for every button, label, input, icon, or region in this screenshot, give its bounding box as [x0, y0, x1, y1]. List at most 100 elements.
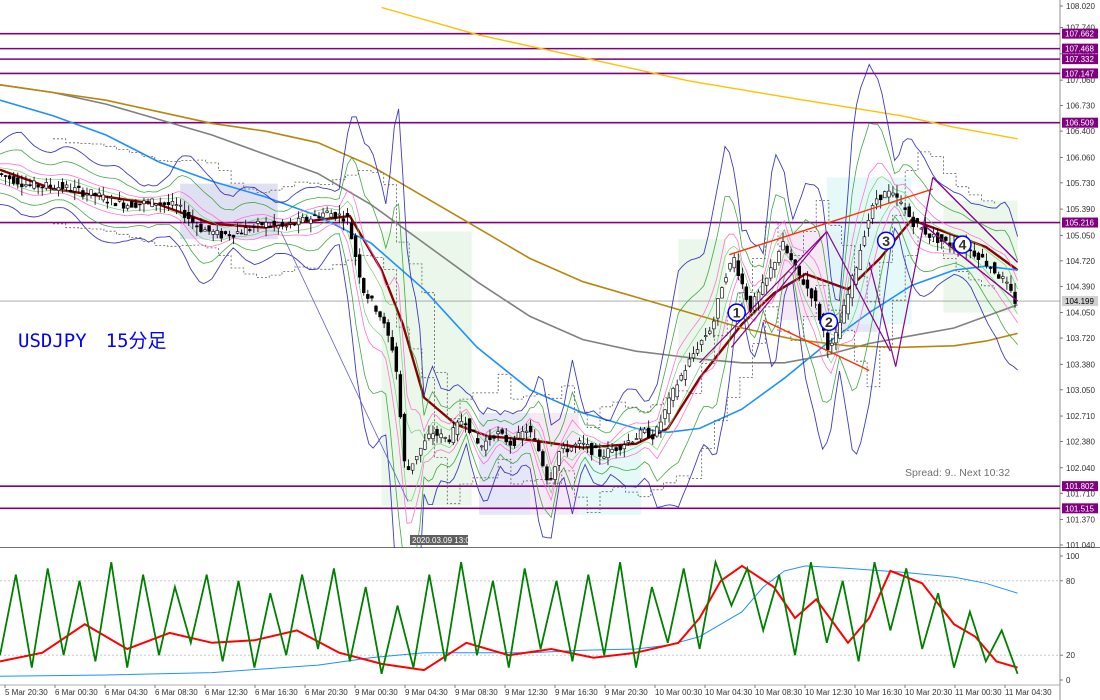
- candle[interactable]: [268, 226, 272, 228]
- candle[interactable]: [349, 222, 354, 240]
- candle[interactable]: [419, 447, 423, 456]
- candle[interactable]: [911, 216, 915, 228]
- candle[interactable]: [1009, 283, 1013, 291]
- candle[interactable]: [435, 429, 439, 436]
- candle[interactable]: [980, 253, 985, 258]
- candle[interactable]: [68, 189, 73, 192]
- candle[interactable]: [146, 200, 150, 203]
- candle[interactable]: [93, 192, 97, 196]
- candle[interactable]: [235, 231, 240, 234]
- candle[interactable]: [504, 435, 508, 443]
- candle[interactable]: [239, 232, 244, 235]
- candle[interactable]: [553, 466, 557, 480]
- candle[interactable]: [36, 184, 40, 188]
- candle[interactable]: [24, 184, 28, 187]
- candle[interactable]: [378, 311, 382, 318]
- candle[interactable]: [154, 203, 158, 206]
- candle[interactable]: [927, 233, 932, 238]
- candle[interactable]: [984, 260, 989, 267]
- candle[interactable]: [874, 198, 879, 205]
- candle[interactable]: [366, 294, 370, 299]
- candle[interactable]: [101, 194, 105, 201]
- candle[interactable]: [630, 441, 635, 444]
- candle[interactable]: [20, 183, 24, 187]
- candle[interactable]: [671, 388, 675, 401]
- candle[interactable]: [667, 397, 671, 415]
- candle[interactable]: [386, 322, 390, 336]
- candle[interactable]: [476, 438, 480, 444]
- candle[interactable]: [12, 176, 16, 184]
- candle[interactable]: [398, 374, 403, 418]
- candle[interactable]: [679, 375, 683, 381]
- candle[interactable]: [85, 193, 89, 196]
- candle[interactable]: [992, 262, 997, 274]
- candle[interactable]: [64, 184, 69, 188]
- candle[interactable]: [374, 305, 378, 312]
- candle[interactable]: [520, 430, 525, 439]
- candle[interactable]: [48, 184, 53, 188]
- candle[interactable]: [125, 205, 130, 209]
- candle[interactable]: [248, 229, 252, 231]
- candle[interactable]: [191, 217, 195, 223]
- candle[interactable]: [256, 220, 260, 224]
- candle[interactable]: [382, 316, 386, 324]
- candle[interactable]: [732, 257, 736, 269]
- candle[interactable]: [447, 439, 451, 443]
- candle[interactable]: [44, 182, 48, 189]
- candle[interactable]: [695, 349, 700, 354]
- candle[interactable]: [797, 265, 801, 276]
- candle[interactable]: [720, 287, 724, 299]
- candle[interactable]: [443, 437, 447, 439]
- candle[interactable]: [590, 443, 594, 455]
- candle[interactable]: [895, 193, 899, 198]
- candle[interactable]: [1005, 281, 1009, 284]
- candle[interactable]: [427, 433, 431, 439]
- candle[interactable]: [622, 444, 626, 450]
- candle[interactable]: [296, 217, 301, 226]
- candle[interactable]: [545, 466, 549, 481]
- candle[interactable]: [805, 279, 810, 289]
- candle[interactable]: [887, 190, 891, 198]
- candle[interactable]: [528, 425, 533, 433]
- candle[interactable]: [976, 252, 981, 260]
- candle[interactable]: [60, 182, 65, 189]
- candle[interactable]: [659, 421, 663, 432]
- candle[interactable]: [537, 441, 541, 452]
- candle[interactable]: [512, 438, 517, 446]
- candle[interactable]: [598, 449, 602, 457]
- candle[interactable]: [174, 204, 179, 206]
- candle[interactable]: [353, 235, 358, 258]
- candle[interactable]: [541, 451, 545, 467]
- candle[interactable]: [292, 223, 297, 226]
- candle[interactable]: [626, 440, 631, 443]
- candle[interactable]: [150, 198, 154, 207]
- candle[interactable]: [280, 222, 285, 227]
- candle[interactable]: [345, 213, 350, 217]
- candle[interactable]: [56, 187, 61, 191]
- candle[interactable]: [565, 448, 569, 453]
- candle[interactable]: [73, 187, 77, 192]
- candle[interactable]: [838, 322, 842, 339]
- candle[interactable]: [337, 213, 342, 216]
- candle[interactable]: [997, 274, 1001, 279]
- candle[interactable]: [89, 189, 93, 196]
- candle[interactable]: [866, 219, 871, 229]
- candle[interactable]: [134, 202, 138, 208]
- candle[interactable]: [854, 267, 858, 285]
- candle[interactable]: [28, 184, 32, 186]
- candle[interactable]: [675, 384, 679, 398]
- candle[interactable]: [781, 241, 785, 251]
- candle[interactable]: [362, 278, 366, 293]
- candle[interactable]: [826, 332, 830, 351]
- candle[interactable]: [879, 194, 883, 201]
- candle[interactable]: [223, 231, 228, 235]
- candle[interactable]: [138, 203, 142, 206]
- candle[interactable]: [728, 263, 732, 270]
- candle[interactable]: [329, 213, 333, 218]
- candle[interactable]: [117, 199, 122, 202]
- candle[interactable]: [492, 435, 496, 439]
- candle[interactable]: [244, 227, 248, 236]
- candle[interactable]: [406, 466, 411, 470]
- candle[interactable]: [699, 340, 704, 345]
- candle[interactable]: [215, 230, 219, 235]
